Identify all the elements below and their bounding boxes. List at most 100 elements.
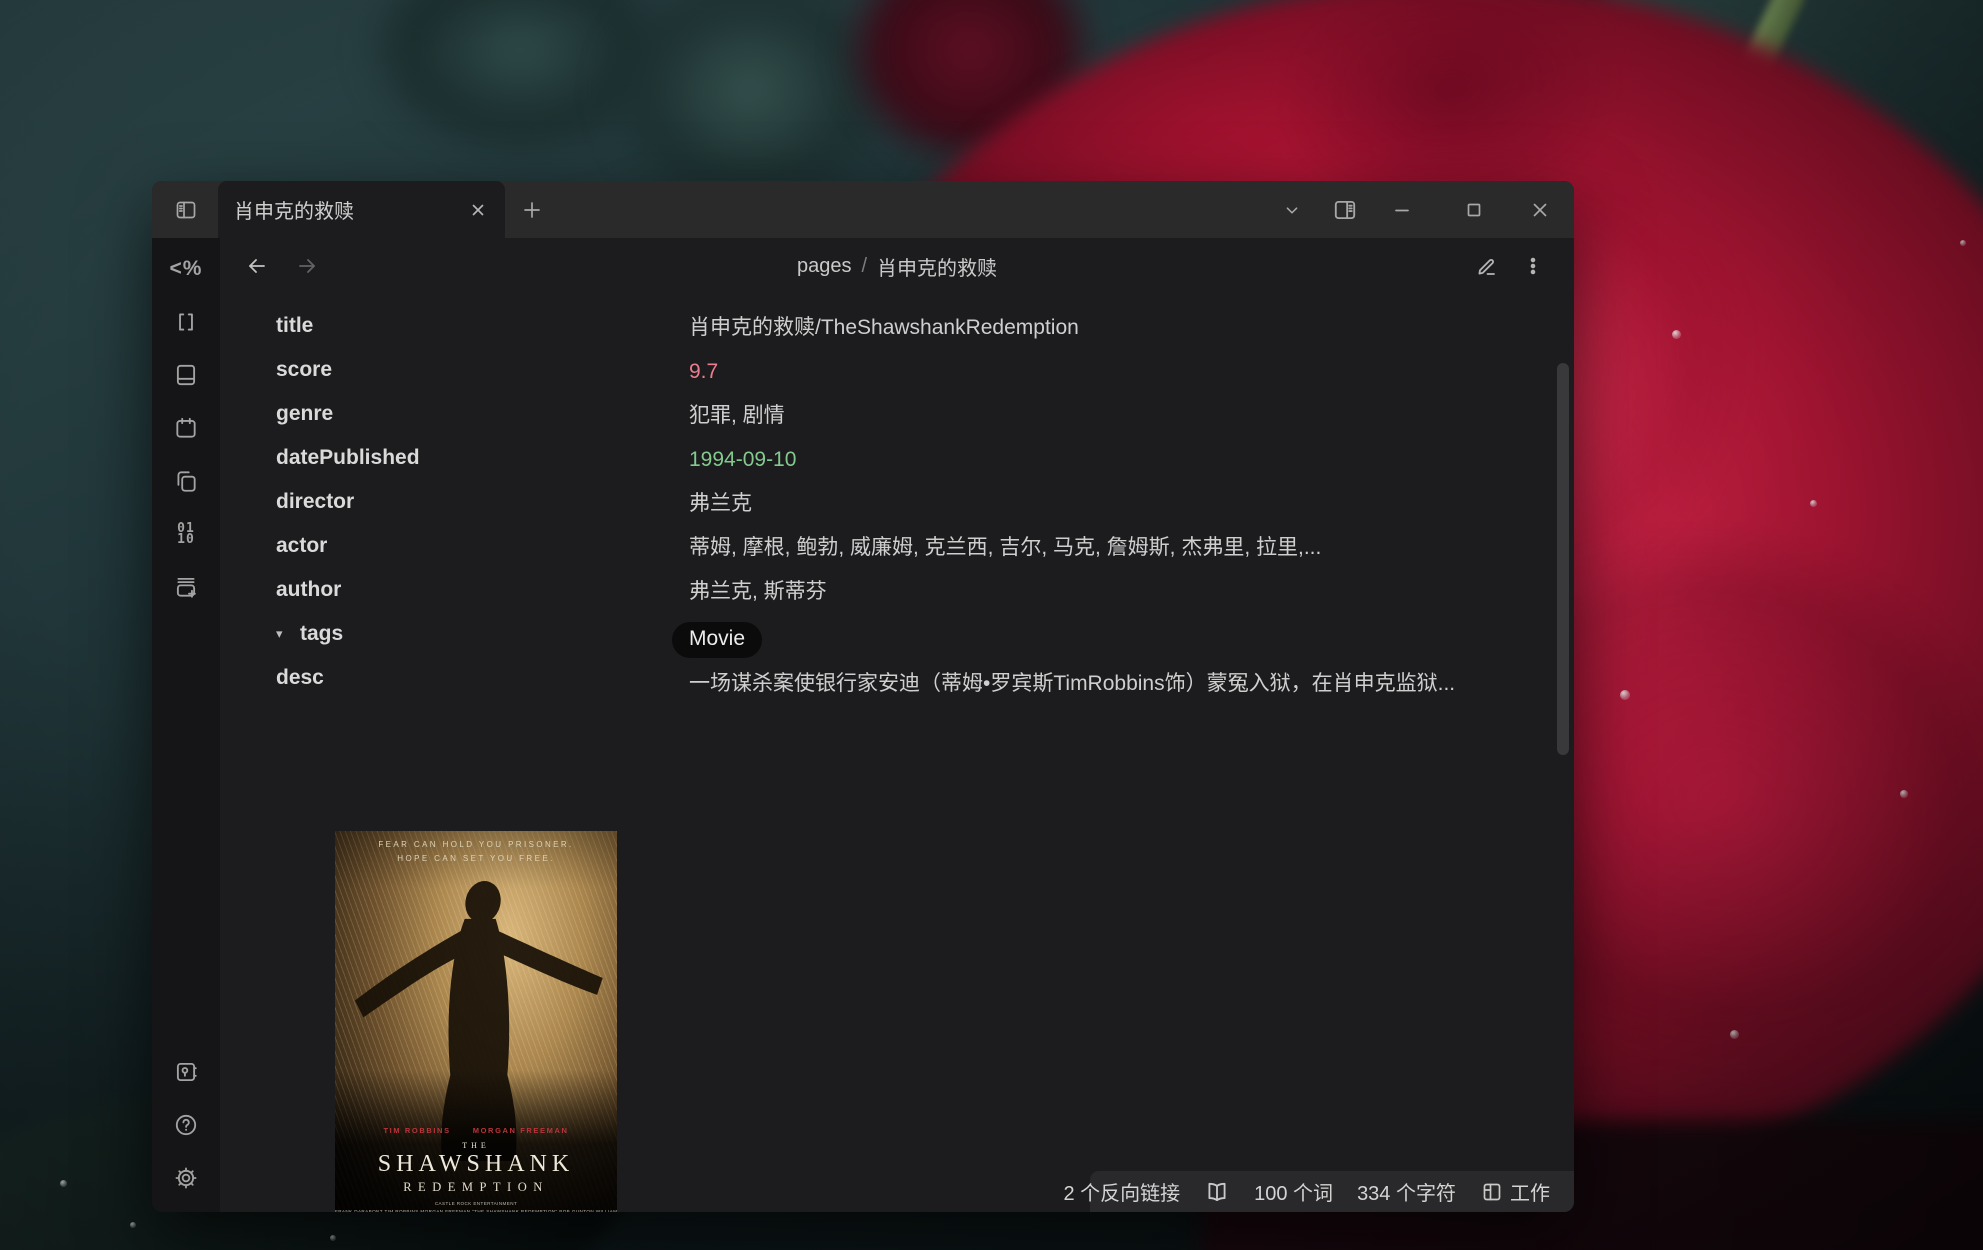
backlinks-label: 2 个反向链接	[1063, 1177, 1180, 1206]
attr-value[interactable]: 弗兰克, 斯蒂芬	[689, 570, 1504, 606]
edit-button[interactable]	[1467, 246, 1507, 286]
poster-title-redemption: REDEMPTION	[335, 1180, 617, 1195]
workspace-button[interactable]: 工作	[1480, 1177, 1550, 1206]
poster-star-names: TIM ROBBINS MORGAN FREEMAN	[335, 1126, 617, 1135]
attr-value[interactable]: 一场谋杀案使银行家安迪（蒂姆•罗宾斯TimRobbins饰）蒙冤入狱，在肖申克监…	[689, 658, 1504, 702]
breadcrumb-current[interactable]: 肖申克的救赎	[877, 252, 997, 281]
panel-right-icon	[1332, 197, 1358, 223]
attr-row-title[interactable]: title 肖申克的救赎/TheShawshankRedemption	[276, 306, 1566, 350]
window-menu-chevron-button[interactable]	[1272, 190, 1312, 230]
tab-title: 肖申克的救赎	[234, 195, 463, 224]
breadcrumb-separator: /	[861, 255, 867, 278]
binary-line2: 10	[177, 532, 195, 547]
attr-value[interactable]: 弗兰克	[689, 482, 1504, 518]
backlinks-count[interactable]: 2 个反向链接	[1063, 1177, 1180, 1206]
attr-key: genre	[276, 394, 689, 426]
more-options-button[interactable]	[1513, 246, 1553, 286]
char-count-label: 334 个字符	[1357, 1177, 1456, 1206]
new-tab-button[interactable]	[512, 190, 552, 230]
dock-brackets-button[interactable]	[164, 300, 208, 344]
dock-safe-button[interactable]	[164, 1050, 208, 1094]
attr-key: actor	[276, 526, 689, 558]
dock-settings-button[interactable]	[164, 1156, 208, 1200]
attr-row-genre[interactable]: genre 犯罪, 剧情	[276, 394, 1566, 438]
titlebar: 肖申克的救赎	[152, 181, 1574, 238]
tag-pill[interactable]: Movie	[672, 622, 762, 658]
attr-row-actor[interactable]: actor 蒂姆, 摩根, 鲍勃, 威廉姆, 克兰西, 吉尔, 马克, 詹姆斯,…	[276, 526, 1566, 570]
attr-row-author[interactable]: author 弗兰克, 斯蒂芬	[276, 570, 1566, 614]
toggle-left-sidebar-button[interactable]	[166, 190, 206, 230]
word-count-label: 100 个词	[1254, 1177, 1333, 1206]
attr-row-desc[interactable]: desc 一场谋杀案使银行家安迪（蒂姆•罗宾斯TimRobbins饰）蒙冤入狱，…	[276, 658, 1566, 702]
char-count: 334 个字符	[1357, 1177, 1456, 1206]
template-icon: <%	[170, 257, 203, 281]
close-icon	[1528, 198, 1552, 222]
brackets-icon	[173, 309, 199, 335]
poster-title-shawshank: SHAWSHANK	[335, 1151, 617, 1178]
chevron-down-icon	[1281, 199, 1303, 221]
attr-key: ▾ tags	[276, 614, 689, 646]
breadcrumb-parent[interactable]: pages	[797, 255, 852, 278]
movie-poster-image[interactable]: FEAR CAN HOLD YOU PRISONER. HOPE CAN SET…	[335, 831, 617, 1212]
workspace-label: 工作	[1510, 1177, 1550, 1206]
maximize-button[interactable]	[1454, 190, 1494, 230]
book-icon	[173, 362, 199, 388]
attr-row-datePublished[interactable]: datePublished 1994-09-10	[276, 438, 1566, 482]
kebab-menu-icon	[1522, 255, 1544, 277]
safe-icon	[173, 1059, 199, 1085]
dock-help-button[interactable]	[164, 1103, 208, 1147]
scrollbar[interactable]	[1557, 363, 1569, 755]
attr-row-tags[interactable]: ▾ tags Movie	[276, 614, 1566, 658]
attr-key: desc	[276, 658, 689, 690]
binary-icon: 01 10	[177, 523, 195, 545]
poster-billing-block: TIM ROBBINS MORGAN FREEMAN THE SHAWSHANK…	[335, 1126, 617, 1212]
dock-template-button[interactable]: <%	[164, 247, 208, 291]
minimize-icon	[1390, 198, 1414, 222]
calendar-icon	[173, 415, 199, 441]
reading-mode-button[interactable]	[1204, 1179, 1230, 1205]
card-add-icon	[173, 574, 199, 600]
toggle-right-sidebar-button[interactable]	[1325, 190, 1365, 230]
dock-calendar-button[interactable]	[164, 406, 208, 450]
breadcrumb: pages / 肖申克的救赎	[220, 238, 1574, 294]
tab-close-icon[interactable]	[463, 195, 493, 225]
attr-key: title	[276, 306, 689, 338]
attr-key: datePublished	[276, 438, 689, 470]
attr-row-score[interactable]: score 9.7	[276, 350, 1566, 394]
maximize-icon	[1462, 198, 1486, 222]
left-dock: <% 01 10	[152, 238, 220, 1212]
attr-key-label: tags	[300, 622, 343, 646]
dock-card-add-button[interactable]	[164, 565, 208, 609]
attr-value[interactable]: 1994-09-10	[689, 438, 1504, 474]
dock-copy-button[interactable]	[164, 459, 208, 503]
settings-gear-icon	[173, 1165, 199, 1191]
poster-tagline: HOPE CAN SET YOU FREE.	[335, 854, 617, 863]
plus-icon	[521, 199, 543, 221]
attribute-table: title 肖申克的救赎/TheShawshankRedemption scor…	[276, 306, 1566, 702]
attr-key: author	[276, 570, 689, 602]
dock-book-button[interactable]	[164, 353, 208, 397]
close-window-button[interactable]	[1520, 190, 1560, 230]
attr-key: director	[276, 482, 689, 514]
panel-left-icon	[174, 198, 198, 222]
app-window: 肖申克的救赎	[152, 181, 1574, 1212]
attr-value[interactable]: 肖申克的救赎/TheShawshankRedemption	[689, 306, 1504, 342]
attr-value[interactable]: 犯罪, 剧情	[689, 394, 1504, 430]
help-icon	[173, 1112, 199, 1138]
open-book-icon	[1204, 1179, 1230, 1205]
attr-row-director[interactable]: director 弗兰克	[276, 482, 1566, 526]
attr-value[interactable]: 蒂姆, 摩根, 鲍勃, 威廉姆, 克兰西, 吉尔, 马克, 詹姆斯, 杰弗里, …	[689, 526, 1504, 562]
minimize-button[interactable]	[1382, 190, 1422, 230]
word-count: 100 个词	[1254, 1177, 1333, 1206]
attr-value[interactable]: 9.7	[689, 350, 1504, 386]
statusbar: 2 个反向链接 100 个词 334 个字符 工作	[1090, 1171, 1574, 1212]
poster-credit-line: FRANK DARABONT TIM ROBBINS MORGAN FREEMA…	[335, 1209, 617, 1212]
pencil-icon	[1475, 254, 1499, 278]
dock-binary-button[interactable]: 01 10	[164, 512, 208, 556]
poster-tagline: FEAR CAN HOLD YOU PRISONER.	[335, 840, 617, 849]
collapse-arrow-icon[interactable]: ▾	[276, 626, 300, 642]
tab-active[interactable]: 肖申克的救赎	[218, 181, 505, 238]
attr-key: score	[276, 350, 689, 382]
poster-title-the: THE	[335, 1141, 617, 1150]
copy-icon	[173, 468, 199, 494]
